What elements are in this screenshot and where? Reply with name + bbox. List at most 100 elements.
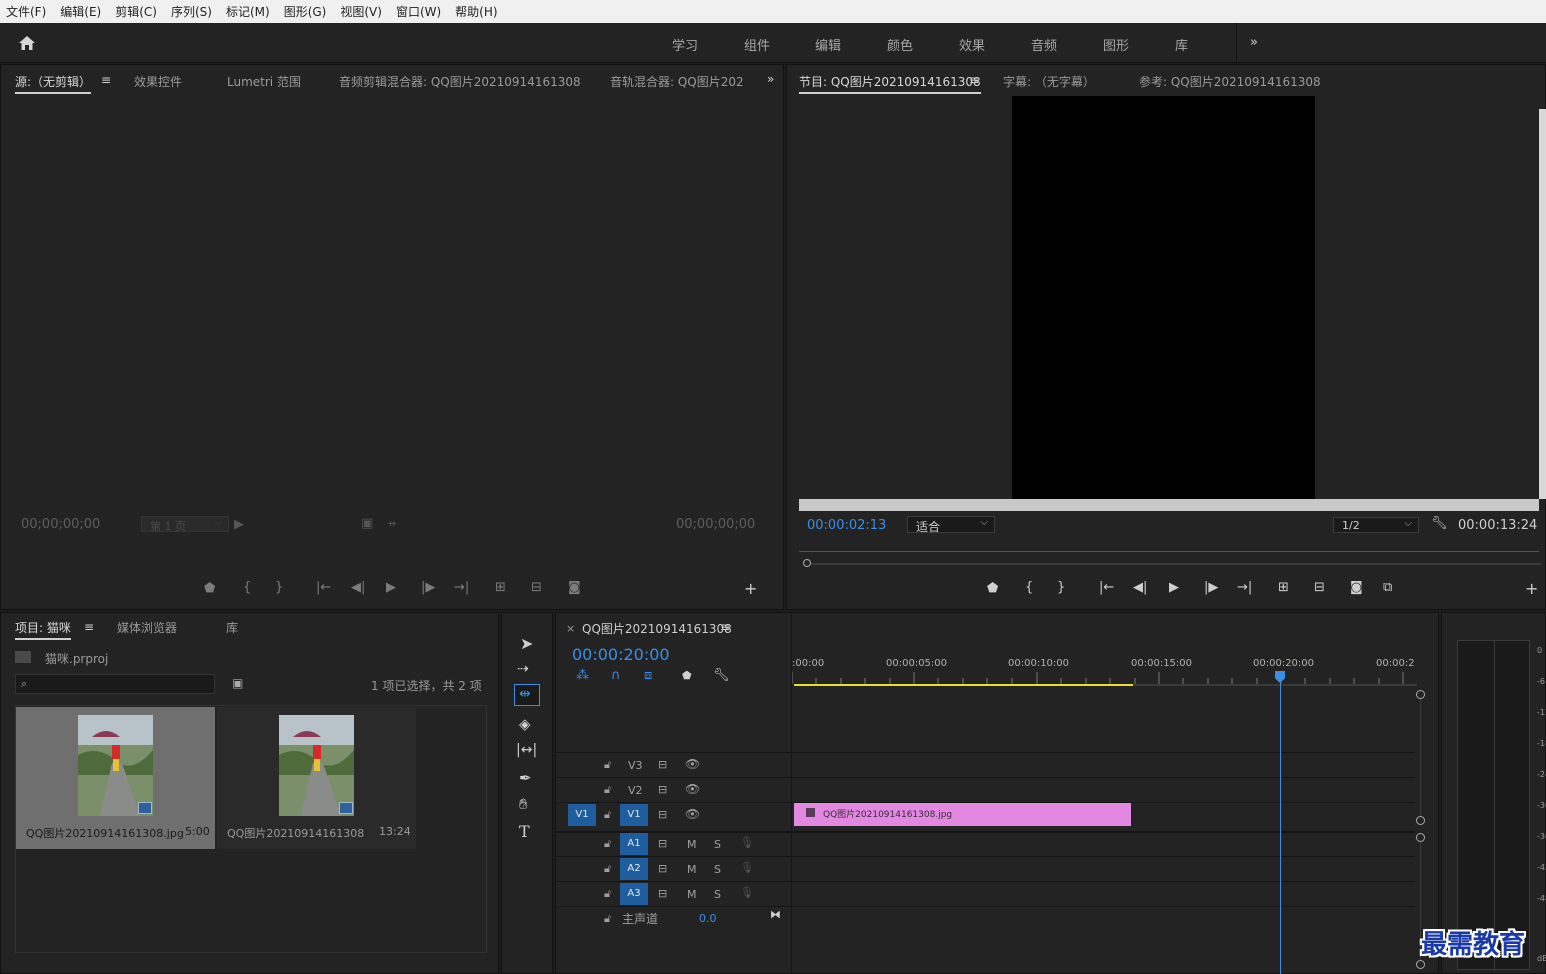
menu-file[interactable]: 文件(F) [6, 3, 46, 20]
menu-window[interactable]: 窗口(W) [396, 3, 441, 20]
tab-audio-track-mixer[interactable]: 音轨混合器: QQ图片202 [610, 73, 746, 90]
sync-lock-icon[interactable]: ⊟ [658, 758, 667, 771]
insert-button-icon[interactable]: ⊞ [495, 580, 506, 595]
timeline-clip[interactable]: QQ图片20210914161308.jpg [794, 803, 1131, 826]
microphone-icon[interactable]: 🎙︎ [740, 836, 754, 849]
lock-icon[interactable]: 🔓︎ [604, 837, 611, 851]
camera-icon[interactable]: ◙ [1350, 580, 1363, 595]
track-label-v3[interactable]: V3 [628, 759, 643, 772]
tab-audio-clip-mixer[interactable]: 音频剪辑混合器: QQ图片20210914161308 [339, 73, 581, 90]
play-icon[interactable]: ▶ [386, 580, 396, 595]
audio-scroll-handle-bottom[interactable] [1416, 960, 1425, 969]
workspace-effects[interactable]: 效果 [959, 35, 985, 54]
zoom-bar[interactable] [811, 563, 1541, 565]
step-forward-icon[interactable]: |▶ [1204, 580, 1218, 595]
overwrite-button-icon[interactable]: ⊟ [531, 580, 542, 595]
timeline-timecode[interactable]: 00:00:20:00 [572, 645, 670, 664]
snap-icon[interactable]: ∩ [611, 668, 621, 683]
master-pan-icon[interactable]: ⧓ [770, 908, 781, 921]
tab-reference[interactable]: 参考: QQ图片20210914161308 [1139, 73, 1321, 90]
tab-program[interactable]: 节目: QQ图片20210914161308 [799, 73, 981, 94]
lock-icon[interactable]: 🔓︎ [604, 912, 611, 926]
resolution-select[interactable]: 1/2 ⌵ [1333, 517, 1419, 533]
panel-menu-icon[interactable]: ≡ [720, 620, 730, 634]
v-scroll-track[interactable] [1420, 699, 1421, 816]
menu-edit[interactable]: 编辑(E) [60, 3, 101, 20]
microphone-icon[interactable]: 🎙︎ [740, 886, 754, 899]
tab-effect-controls[interactable]: 效果控件 [134, 73, 182, 90]
pen-tool-icon[interactable]: ✒ [519, 769, 532, 787]
more-workspaces-icon[interactable]: » [1250, 35, 1258, 50]
sync-lock-icon[interactable]: ⊟ [658, 862, 667, 875]
lock-icon[interactable]: 🔓︎ [604, 758, 611, 772]
workspace-graphics[interactable]: 图形 [1103, 35, 1129, 54]
master-volume-value[interactable]: 0.0 [699, 912, 717, 925]
go-to-out-icon[interactable]: →| [1237, 580, 1252, 595]
lock-icon[interactable]: 🔓︎ [604, 862, 611, 876]
add-marker-icon[interactable]: ⬟ [987, 581, 998, 596]
next-page-icon[interactable]: ▶ [234, 517, 244, 532]
tab-source[interactable]: 源:（无剪辑） [15, 73, 92, 94]
add-button-icon[interactable]: + [1525, 579, 1538, 598]
mark-out-icon[interactable]: } [1057, 580, 1065, 595]
sync-lock-icon[interactable]: ⊟ [658, 783, 667, 796]
tab-sequence[interactable]: QQ图片20210914161308 [582, 620, 732, 637]
workspace-color[interactable]: 颜色 [887, 35, 913, 54]
tab-media-browser[interactable]: 媒体浏览器 [117, 619, 177, 636]
more-tabs-icon[interactable]: » [767, 72, 774, 86]
source-timecode[interactable]: 00;00;00;00 [21, 517, 100, 532]
add-marker-icon[interactable]: ⬟ [204, 581, 215, 596]
step-back-icon[interactable]: ◀| [351, 580, 365, 595]
fit-select[interactable]: 适合 ⌵ [907, 516, 995, 534]
solo-button[interactable]: S [714, 838, 721, 851]
track-select-tool-icon[interactable]: ⇢ [517, 661, 529, 677]
tab-lumetri-scopes[interactable]: Lumetri 范围 [227, 73, 301, 90]
step-forward-icon[interactable]: |▶ [421, 580, 435, 595]
lock-icon[interactable]: 🔓︎ [604, 783, 611, 797]
workspace-libraries[interactable]: 库 [1175, 35, 1188, 54]
lock-icon[interactable]: 🔓︎ [604, 887, 611, 901]
menu-graphics[interactable]: 图形(G) [284, 3, 327, 20]
program-timecode[interactable]: 00:00:02:13 [807, 518, 886, 533]
panel-menu-icon[interactable]: ≡ [84, 620, 94, 634]
timeline-settings-icon[interactable]: 🔧︎ [713, 668, 730, 683]
horizontal-scrollbar[interactable] [799, 499, 1539, 511]
menu-sequence[interactable]: 序列(S) [171, 3, 212, 20]
mute-button[interactable]: M [687, 888, 697, 901]
insert-icon[interactable]: ⇸ [387, 517, 396, 530]
project-item-image[interactable]: QQ图片20210914161308.jpg 5:00 [16, 707, 215, 849]
comparison-view-icon[interactable]: ⧉ [1383, 580, 1392, 595]
scrollbar[interactable] [1539, 109, 1546, 499]
linked-selection-icon[interactable]: ⧈ [644, 668, 652, 683]
lift-icon[interactable]: ⊞ [1278, 580, 1289, 595]
play-icon[interactable]: ▶ [1169, 580, 1179, 595]
export-frame-icon[interactable]: ▣ [361, 516, 373, 531]
tab-libraries[interactable]: 库 [226, 619, 238, 636]
extract-icon[interactable]: ⊟ [1314, 580, 1325, 595]
mark-out-icon[interactable]: } [275, 580, 283, 595]
workspace-assembly[interactable]: 组件 [744, 35, 770, 54]
selection-tool-icon[interactable]: ➤ [520, 634, 533, 653]
go-to-in-icon[interactable]: |← [316, 580, 331, 595]
add-marker-icon[interactable]: ⬟ [682, 669, 692, 682]
camera-icon[interactable]: ◙ [568, 580, 581, 595]
mark-in-icon[interactable]: { [243, 580, 251, 595]
eye-icon[interactable]: 👁︎ [685, 782, 700, 796]
track-target-a2[interactable]: A2 [620, 858, 648, 880]
type-tool-icon[interactable]: T [519, 822, 530, 841]
tab-project[interactable]: 项目: 猫咪 [15, 619, 71, 640]
new-bin-from-search-icon[interactable]: ▣ [232, 676, 243, 690]
source-patch-v1[interactable]: V1 [568, 804, 596, 826]
solo-button[interactable]: S [714, 888, 721, 901]
add-button-icon[interactable]: + [744, 579, 757, 598]
menu-clip[interactable]: 剪辑(C) [115, 3, 157, 20]
sync-lock-icon[interactable]: ⊟ [658, 837, 667, 850]
menu-markers[interactable]: 标记(M) [226, 3, 270, 20]
workspace-audio[interactable]: 音频 [1031, 35, 1057, 54]
tab-captions[interactable]: 字幕: （无字幕） [1003, 73, 1095, 90]
solo-button[interactable]: S [714, 863, 721, 876]
work-area-bar[interactable] [794, 684, 1133, 686]
panel-menu-icon[interactable]: ≡ [101, 73, 111, 87]
project-item-sequence[interactable]: QQ图片20210914161308 13:24 [217, 707, 416, 849]
mute-button[interactable]: M [687, 863, 697, 876]
